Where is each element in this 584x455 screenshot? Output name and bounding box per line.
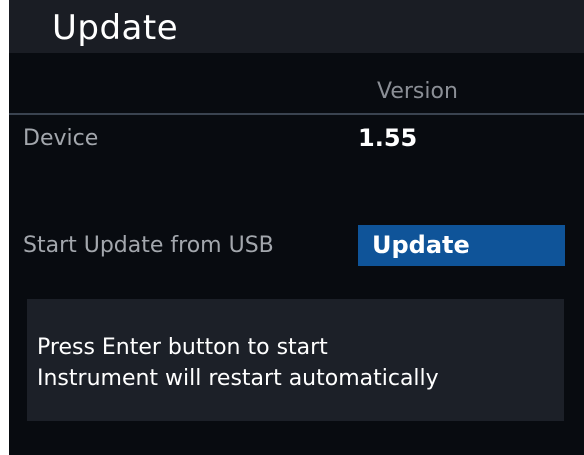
- message-line-2: Instrument will restart automatically: [37, 366, 439, 391]
- info-message-box: Press Enter button to start Instrument w…: [27, 299, 564, 421]
- version-column-header: Version: [377, 79, 458, 104]
- update-button[interactable]: Update: [358, 225, 565, 266]
- device-version-value: 1.55: [358, 124, 418, 152]
- message-line-1: Press Enter button to start: [37, 335, 328, 360]
- title-bar: Update: [9, 0, 584, 53]
- usb-update-label: Start Update from USB: [23, 233, 274, 258]
- header-divider: [9, 113, 584, 115]
- device-label: Device: [23, 126, 99, 151]
- page-title: Update: [52, 8, 179, 48]
- update-screen: Update Version Device 1.55 Start Update …: [9, 0, 584, 455]
